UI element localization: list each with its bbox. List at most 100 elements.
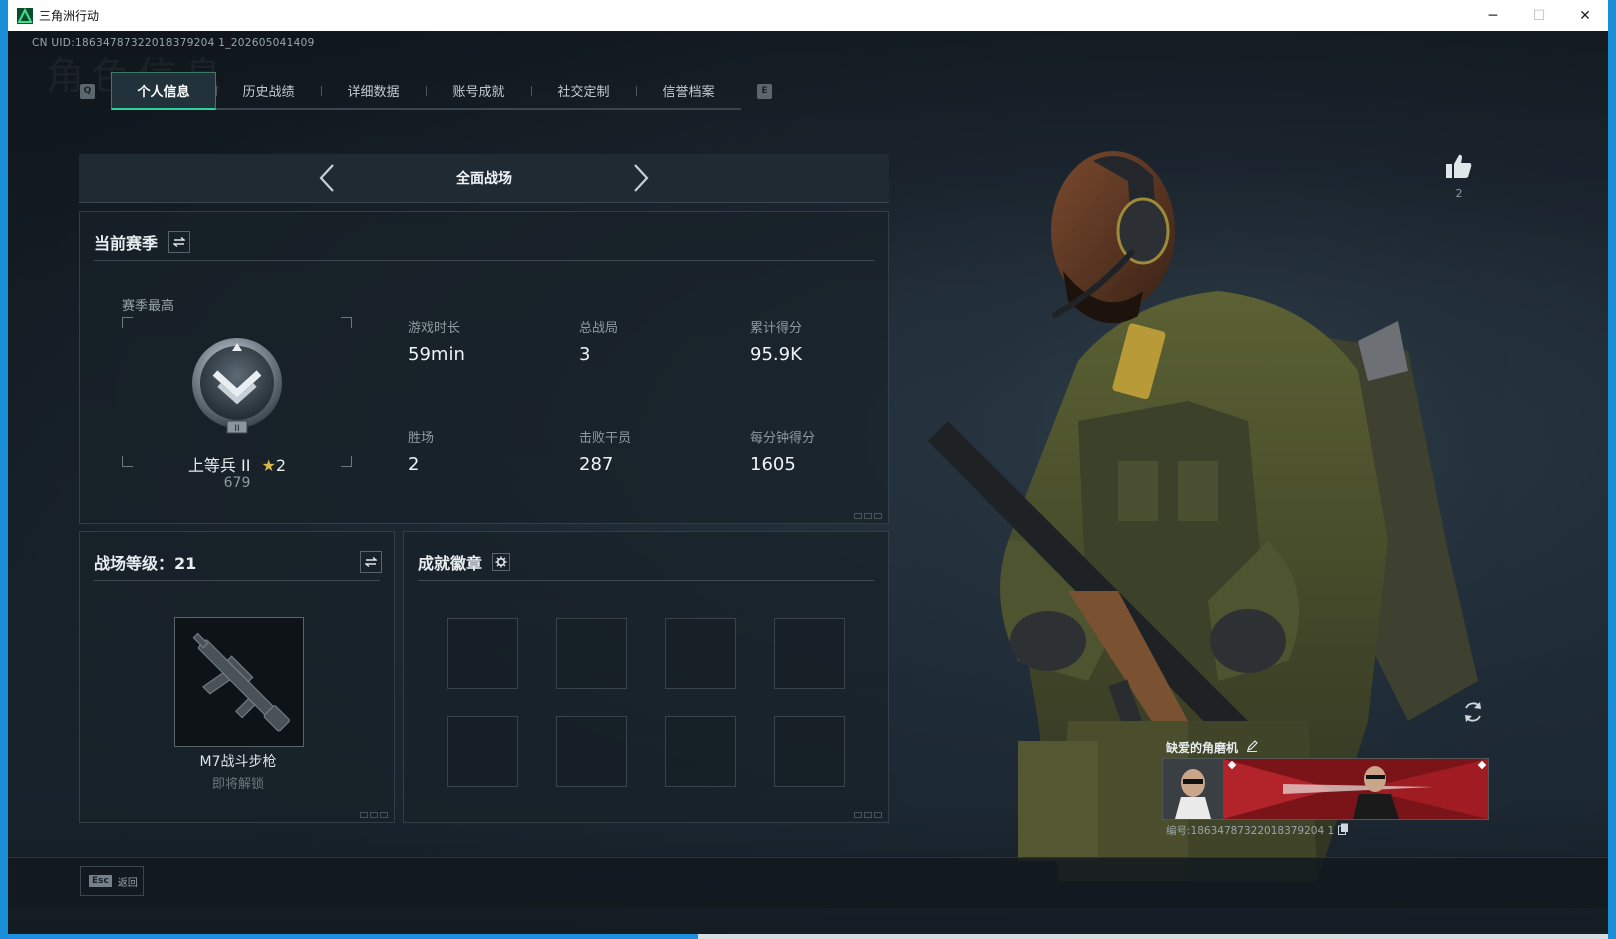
- stat-total-matches: 总战局 3: [579, 317, 729, 365]
- mode-prev-button[interactable]: [315, 162, 339, 194]
- app-logo-icon: [17, 7, 33, 24]
- badge-slot[interactable]: [774, 618, 845, 689]
- tab-bar: Q 个人信息 历史战绩 详细数据 账号成就 社交定制 信誉档案 E: [80, 72, 772, 110]
- badge-slot[interactable]: [774, 716, 845, 787]
- stat-value: 3: [579, 344, 591, 365]
- esc-key-hint: Esc: [89, 875, 112, 887]
- season-panel-header: 当前赛季: [94, 230, 191, 254]
- mode-next-button[interactable]: [629, 162, 653, 194]
- badge-slot[interactable]: [665, 716, 736, 787]
- mode-label: 全面战场: [456, 171, 512, 187]
- stat-wins: 胜场 2: [408, 427, 558, 475]
- battlefield-level-panel: 战场等级：21 M7战斗步枪 即将解锁: [79, 531, 395, 823]
- tab-match-history[interactable]: 历史战绩: [216, 72, 321, 108]
- panel-decoration: [854, 513, 882, 519]
- mode-selector: 全面战场: [79, 154, 889, 203]
- badge-slot[interactable]: [665, 618, 736, 689]
- player-id: 编号:18634787322018379204 1: [1166, 825, 1335, 837]
- close-button[interactable]: ✕: [1562, 0, 1608, 31]
- weapon-status: 即将解锁: [211, 777, 264, 792]
- rank-badge-icon: II: [192, 338, 282, 434]
- tab-social-customization[interactable]: 社交定制: [531, 72, 636, 108]
- weapon-image[interactable]: [174, 617, 304, 747]
- window-titlebar: 三角洲行动 ─ ☐ ✕: [8, 0, 1608, 31]
- chevron-right-icon: [634, 164, 649, 192]
- stat-label: 总战局: [579, 321, 619, 336]
- gear-icon: [495, 556, 507, 568]
- weapon-name: M7战斗步枪: [199, 754, 277, 770]
- badge-slot[interactable]: [447, 618, 518, 689]
- stat-label: 游戏时长: [408, 321, 461, 336]
- prev-tab-key-hint[interactable]: Q: [80, 83, 95, 99]
- namecard-art-image: [1163, 759, 1488, 819]
- badge-slot[interactable]: [556, 716, 627, 787]
- thumbs-up-icon: [1446, 154, 1472, 178]
- tab-detailed-data[interactable]: 详细数据: [321, 72, 426, 108]
- current-season-panel: 当前赛季 赛季最高 II 上等兵 II ★2 679 游戏时长 59min 总战…: [79, 211, 889, 524]
- player-namecard[interactable]: [1162, 758, 1489, 820]
- star-icon: ★: [261, 456, 276, 475]
- tab-achievements[interactable]: 账号成就: [426, 72, 531, 108]
- copy-id-button[interactable]: [1338, 823, 1349, 838]
- next-tab-key-hint[interactable]: E: [757, 83, 772, 99]
- level-title: 战场等级：21: [94, 554, 197, 573]
- minimize-button[interactable]: ─: [1470, 0, 1516, 31]
- divider: [418, 580, 874, 581]
- divider: [94, 580, 380, 581]
- like-count: 2: [1455, 187, 1463, 200]
- level-panel-header: 战场等级：21: [94, 550, 382, 574]
- stat-label: 每分钟得分: [750, 431, 816, 446]
- chevron-left-icon: [319, 164, 334, 192]
- badges-title: 成就徽章: [418, 554, 483, 573]
- level-switch-button[interactable]: [360, 551, 382, 573]
- taskbar-strip-accent: [8, 934, 698, 939]
- stat-label: 击败干员: [579, 431, 632, 446]
- stat-value: 95.9K: [750, 344, 802, 365]
- rank-stars: 2: [275, 456, 287, 475]
- season-best-label: 赛季最高: [122, 299, 175, 314]
- swap-icon: [173, 237, 186, 247]
- rifle-icon: [192, 632, 290, 732]
- season-title: 当前赛季: [94, 234, 159, 253]
- tab-personal-info[interactable]: 个人信息: [111, 72, 216, 110]
- window-title: 三角洲行动: [39, 9, 100, 23]
- stat-playtime: 游戏时长 59min: [408, 317, 558, 365]
- panel-decoration: [854, 812, 882, 818]
- rotate-character-button[interactable]: [1460, 699, 1486, 725]
- stat-value: 287: [579, 454, 614, 475]
- player-name: 缺爱的角磨机: [1166, 741, 1239, 755]
- stat-label: 胜场: [408, 431, 435, 446]
- player-name-row: 缺爱的角磨机: [1166, 739, 1258, 756]
- badge-slot[interactable]: [556, 618, 627, 689]
- back-label: 返回: [117, 877, 138, 889]
- pencil-icon: [1247, 740, 1258, 752]
- badge-slot[interactable]: [447, 716, 518, 787]
- stat-score-per-minute: 每分钟得分 1605: [750, 427, 900, 475]
- rank-score: 679: [223, 475, 251, 491]
- stat-value: 2: [408, 454, 420, 475]
- tab-reputation[interactable]: 信誉档案: [636, 72, 741, 108]
- bottom-bar: [8, 857, 1608, 908]
- badges-panel-header: 成就徽章: [418, 550, 511, 574]
- like-button[interactable]: 2: [1444, 153, 1474, 200]
- stat-value: 59min: [408, 344, 465, 365]
- game-viewport: 角色信息 CN UID:18634787322018379204 1_20260…: [8, 31, 1608, 934]
- stat-kills: 击败干员 287: [579, 427, 729, 475]
- copy-icon: [1338, 823, 1349, 835]
- stat-label: 累计得分: [750, 321, 803, 336]
- panel-decoration: [360, 812, 388, 818]
- badges-settings-button[interactable]: [492, 553, 511, 571]
- rank-name: 上等兵 II: [187, 456, 251, 475]
- rank-frame: II: [122, 317, 352, 467]
- stat-total-score: 累计得分 95.9K: [750, 317, 900, 365]
- edit-name-button[interactable]: [1246, 740, 1258, 755]
- swap-icon: [365, 557, 377, 567]
- maximize-button[interactable]: ☐: [1516, 0, 1562, 31]
- divider: [94, 260, 874, 261]
- back-button[interactable]: Esc 返回: [80, 866, 144, 896]
- season-switch-button[interactable]: [168, 231, 191, 253]
- refresh-icon: [1465, 702, 1481, 722]
- player-id-row: 编号:18634787322018379204 1: [1166, 823, 1349, 838]
- uid-label: CN UID:18634787322018379204 1_2026050414…: [32, 37, 315, 49]
- rank-name-row: 上等兵 II ★2: [122, 452, 352, 476]
